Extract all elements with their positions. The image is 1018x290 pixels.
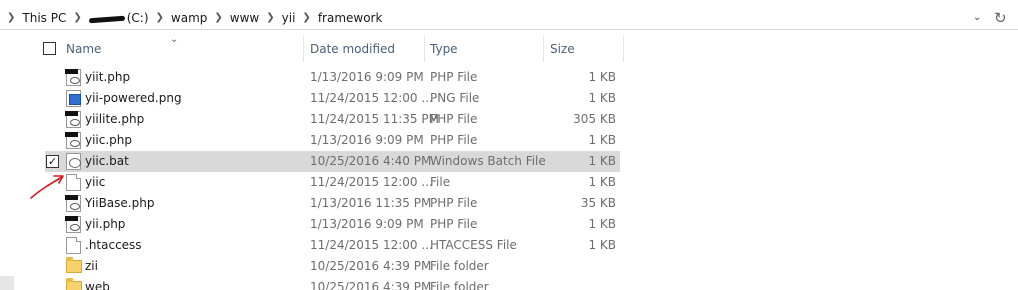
file-name: zii [85, 259, 98, 273]
folder-icon [66, 278, 82, 290]
column-header-size[interactable]: Size [550, 42, 575, 56]
file-type: File [430, 175, 451, 189]
file-row-selected[interactable]: ✓ yiic.bat 10/25/2016 4:40 PM Windows Ba… [45, 151, 620, 172]
file-type: PHP File [430, 217, 478, 231]
php-file-icon [65, 132, 81, 149]
php-file-icon [65, 216, 81, 233]
chevron-right-icon[interactable]: ❯ [73, 12, 81, 23]
php-file-icon [65, 69, 81, 86]
file-date-modified: 1/13/2016 11:35 PM [310, 196, 432, 210]
generic-file-icon [66, 237, 81, 254]
png-file-icon [66, 90, 81, 107]
column-divider[interactable] [623, 36, 624, 62]
chevron-right-icon[interactable]: ❯ [302, 12, 310, 23]
file-size: 1 KB [588, 175, 616, 189]
file-row[interactable]: .htaccess 11/24/2015 12:00 ... HTACCESS … [45, 235, 620, 256]
file-type: PHP File [430, 133, 478, 147]
file-row[interactable]: yiilite.php 11/24/2015 11:35 PM PHP File… [45, 109, 620, 130]
refresh-icon[interactable]: ↻ [994, 6, 1007, 29]
breadcrumb: ❯ This PC ❯ (C:) ❯ wamp ❯ www ❯ yii ❯ fr… [0, 6, 382, 29]
row-checkbox-checked[interactable]: ✓ [46, 155, 59, 168]
annotation-arrow-icon [30, 175, 64, 199]
folder-row[interactable]: web 10/25/2016 4:39 PM File folder [45, 277, 620, 290]
breadcrumb-yii[interactable]: yii [282, 11, 296, 25]
select-all-checkbox[interactable] [43, 42, 56, 55]
redaction-scribble [88, 15, 125, 23]
file-size: 305 KB [573, 112, 616, 126]
file-type: Windows Batch File [430, 154, 546, 168]
file-name: .htaccess [85, 238, 142, 252]
column-header-date-modified[interactable]: Date modified [310, 42, 395, 56]
chevron-right-icon: ❯ [7, 12, 16, 23]
file-name: web [85, 280, 110, 290]
breadcrumb-framework[interactable]: framework [318, 11, 383, 25]
file-date-modified: 11/24/2015 12:00 ... [310, 238, 433, 252]
file-size: 1 KB [588, 217, 616, 231]
breadcrumb-wamp[interactable]: wamp [171, 11, 207, 25]
generic-file-icon [66, 174, 81, 191]
file-name: yii.php [85, 217, 126, 231]
chevron-right-icon[interactable]: ❯ [214, 12, 222, 23]
navigation-pane-scrollbar[interactable] [0, 276, 14, 290]
file-name: yiic.php [85, 133, 133, 147]
column-header-name[interactable]: Name [66, 42, 101, 56]
file-row[interactable]: YiiBase.php 1/13/2016 11:35 PM PHP File … [45, 193, 620, 214]
file-date-modified: 11/24/2015 12:00 ... [310, 91, 433, 105]
file-type: PHP File [430, 112, 478, 126]
file-size: 1 KB [588, 70, 616, 84]
file-type: PHP File [430, 70, 478, 84]
file-type: PHP File [430, 196, 478, 210]
breadcrumb-www[interactable]: www [230, 11, 259, 25]
file-row[interactable]: yiit.php 1/13/2016 9:09 PM PHP File 1 KB [45, 67, 620, 88]
file-date-modified: 10/25/2016 4:39 PM [310, 259, 432, 273]
file-date-modified: 10/25/2016 4:39 PM [310, 280, 432, 290]
php-file-icon [65, 111, 81, 128]
breadcrumb-this-pc[interactable]: This PC [22, 11, 66, 25]
file-date-modified: 10/25/2016 4:40 PM [310, 154, 432, 168]
column-headers: ⌄ Name Date modified Type Size [0, 34, 625, 64]
file-type: File folder [430, 259, 489, 273]
sort-chevron-icon: ⌄ [170, 34, 179, 45]
file-row[interactable]: yii-powered.png 11/24/2015 12:00 ... PNG… [45, 88, 620, 109]
file-type: PNG File [430, 91, 480, 105]
file-date-modified: 1/13/2016 9:09 PM [310, 133, 424, 147]
batch-file-icon [66, 153, 81, 170]
file-name: yii-powered.png [85, 91, 182, 105]
column-divider[interactable] [424, 36, 425, 62]
navigation-pane [0, 31, 6, 290]
file-date-modified: 11/24/2015 12:00 ... [310, 175, 433, 189]
column-divider[interactable] [543, 36, 544, 62]
chevron-down-icon[interactable]: ⌄ [973, 6, 981, 29]
file-row[interactable]: yii.php 1/13/2016 9:09 PM PHP File 1 KB [45, 214, 620, 235]
file-date-modified: 11/24/2015 11:35 PM [310, 112, 439, 126]
file-size: 1 KB [588, 238, 616, 252]
file-size: 1 KB [588, 91, 616, 105]
file-name: yiic.bat [85, 154, 129, 168]
folder-icon [66, 257, 82, 273]
file-size: 1 KB [588, 133, 616, 147]
php-file-icon [65, 195, 81, 212]
file-row[interactable]: yiic.php 1/13/2016 9:09 PM PHP File 1 KB [45, 130, 620, 151]
column-divider[interactable] [303, 36, 304, 62]
file-size: 1 KB [588, 154, 616, 168]
file-type: File folder [430, 280, 489, 290]
folder-row[interactable]: zii 10/25/2016 4:39 PM File folder [45, 256, 620, 277]
breadcrumb-c-drive[interactable]: (C:) [88, 11, 149, 25]
file-name: yiilite.php [85, 112, 145, 126]
file-date-modified: 1/13/2016 9:09 PM [310, 217, 424, 231]
file-name: YiiBase.php [85, 196, 155, 210]
file-size: 35 KB [580, 196, 616, 210]
address-bar[interactable]: ❯ This PC ❯ (C:) ❯ wamp ❯ www ❯ yii ❯ fr… [0, 6, 1018, 30]
file-name: yiit.php [85, 70, 131, 84]
file-name: yiic [85, 175, 106, 189]
file-date-modified: 1/13/2016 9:09 PM [310, 70, 424, 84]
file-type: HTACCESS File [430, 238, 517, 252]
file-row[interactable]: yiic 11/24/2015 12:00 ... File 1 KB [45, 172, 620, 193]
chevron-right-icon[interactable]: ❯ [156, 12, 164, 23]
chevron-right-icon[interactable]: ❯ [266, 12, 274, 23]
column-header-type[interactable]: Type [430, 42, 458, 56]
